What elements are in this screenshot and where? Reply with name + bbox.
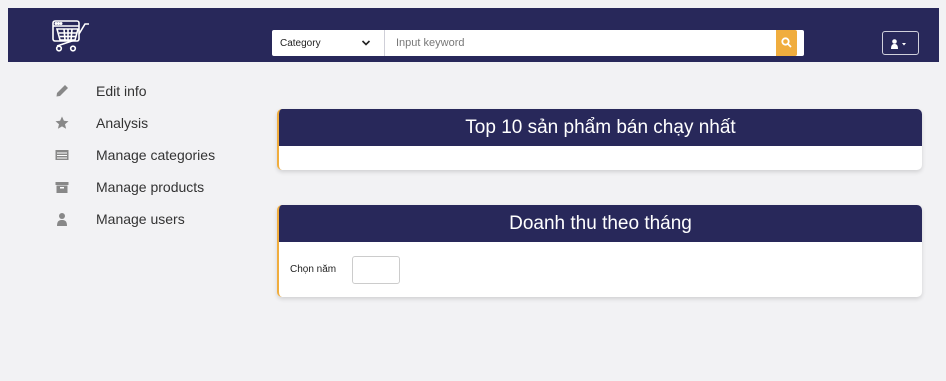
- category-select-label: Category: [280, 38, 321, 49]
- top-products-card: Top 10 sản phẩm bán chạy nhất: [277, 109, 922, 170]
- year-select-label: Chọn năm: [290, 264, 337, 275]
- monthly-revenue-card: Doanh thu theo tháng Chọn năm: [277, 205, 922, 297]
- monthly-revenue-title: Doanh thu theo tháng: [279, 205, 922, 242]
- sidebar-item-label: Manage categories: [96, 147, 216, 163]
- top-products-title: Top 10 sản phẩm bán chạy nhất: [279, 109, 922, 146]
- search-icon: [781, 37, 792, 48]
- user-icon: [891, 39, 906, 49]
- shopping-cart-logo-icon[interactable]: [51, 20, 91, 52]
- keyword-search-input[interactable]: [386, 30, 779, 56]
- star-icon: [55, 116, 69, 129]
- sidebar-item-manage-users[interactable]: Manage users: [52, 208, 242, 230]
- sidebar-item-manage-products[interactable]: Manage products: [52, 176, 242, 198]
- sidebar-item-label: Edit info: [96, 83, 147, 99]
- top-navbar: Category: [8, 8, 939, 62]
- sidebar-item-edit-info[interactable]: Edit info: [52, 80, 242, 102]
- chevron-down-icon: [361, 40, 371, 46]
- sidebar-item-analysis[interactable]: Analysis: [52, 112, 242, 134]
- category-select[interactable]: Category: [272, 30, 385, 56]
- list-icon: [55, 150, 69, 160]
- sidebar-item-manage-categories[interactable]: Manage categories: [52, 144, 242, 166]
- sidebar-item-label: Manage users: [96, 211, 185, 227]
- year-input[interactable]: [352, 256, 400, 284]
- archive-box-icon: [55, 182, 69, 193]
- search-button[interactable]: [776, 30, 797, 56]
- user-icon: [57, 213, 67, 226]
- pencil-icon: [56, 85, 68, 97]
- search-bar: Category: [272, 30, 804, 56]
- sidebar-item-label: Manage products: [96, 179, 205, 195]
- user-menu-button[interactable]: [882, 31, 919, 55]
- sidebar-item-label: Analysis: [96, 115, 149, 131]
